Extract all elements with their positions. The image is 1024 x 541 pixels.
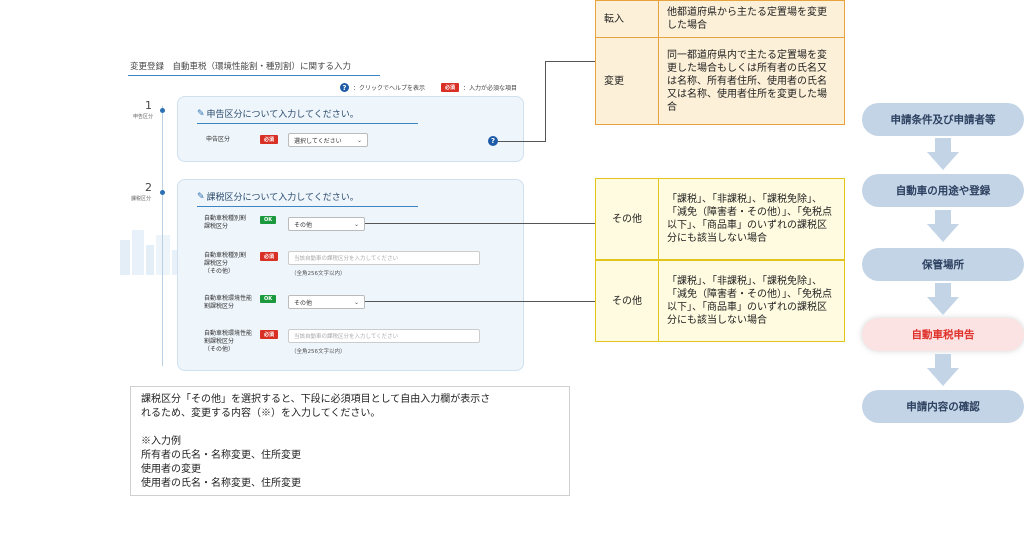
ok-badge: OK xyxy=(260,216,277,224)
table-row: その他 「課税」、「非課税」、「課税免除」、「減免（障害者・その他）」、「免税点… xyxy=(595,260,845,342)
type-tax-class-value: その他 xyxy=(294,221,313,229)
env-tax-class-other-input[interactable]: 当該自動車の課税区分を入力してください xyxy=(288,329,480,343)
connector-line xyxy=(545,61,595,62)
connector-line xyxy=(365,301,595,302)
required-badge: 必須 xyxy=(260,252,279,261)
required-badge: 必須 xyxy=(260,135,279,144)
declaration-select-value: 選択してください xyxy=(294,137,342,145)
ok-badge: OK xyxy=(260,295,277,303)
flow-step-vehicle-use: 自動車の用途や登録 xyxy=(862,174,1024,207)
label-line: 自動車税種別割 xyxy=(204,215,247,222)
help-legend: ? ：クリックでヘルプを表示 必須 ：入力が必須な項目 xyxy=(340,83,517,92)
flow-arrow-icon xyxy=(927,138,959,170)
step-1-dot xyxy=(160,108,165,113)
required-badge: 必須 xyxy=(441,83,460,92)
table-cell-desc: 「課税」、「非課税」、「課税免除」、「減免（障害者・その他）」、「免税点以下」、… xyxy=(658,260,845,342)
label-line: 課税区分 xyxy=(204,260,229,267)
flow-step-confirm: 申請内容の確認 xyxy=(862,390,1024,423)
connector-line xyxy=(545,61,546,142)
tax-class-card: ✎ 課税区分について入力してください。 自動車税種別割 課税区分 OK その他 … xyxy=(177,179,524,371)
flow-arrow-icon xyxy=(927,283,959,315)
table-row: 転入 他都道府県から主たる定置場を変更した場合 xyxy=(595,0,845,38)
card-underline xyxy=(197,206,418,207)
env-tax-class-label: 自動車税環境性能 割課税区分 xyxy=(204,295,252,311)
tax-class-card-header: ✎ 課税区分について入力してください。 xyxy=(197,190,359,204)
flow-step-storage: 保管場所 xyxy=(862,248,1024,281)
type-tax-class-other-label: 自動車税種別割 課税区分 （その他） xyxy=(204,252,246,276)
page-title: 変更登録 自動車税（環境性能割・種別割）に関する入力 xyxy=(130,62,352,72)
explanation-line: ※入力例 xyxy=(141,436,181,447)
explanation-line: 使用者の氏名・名称変更、住所変更 xyxy=(141,478,301,489)
declaration-select[interactable]: 選択してください ⌄ xyxy=(288,133,368,147)
env-tax-class-select[interactable]: その他 ⌄ xyxy=(288,295,365,309)
table-cell-key: 変更 xyxy=(595,37,659,125)
flow-arrow-icon xyxy=(927,210,959,242)
step-timeline xyxy=(162,106,163,366)
declaration-card: ✎ 申告区分について入力してください。 申告区分 必須 選択してください ⌄ ? xyxy=(177,96,524,162)
type-tax-class-other-input[interactable]: 当該自動車の課税区分を入力してください xyxy=(288,251,480,265)
step-1-label: 申告区分 xyxy=(133,114,154,120)
table-cell-desc: 同一都道府県内で主たる定置場を変更した場合もしくは所有者の氏名又は名称、所有者住… xyxy=(658,37,845,125)
tax-class-card-title: 課税区分について入力してください。 xyxy=(206,193,359,203)
label-line: 自動車税環境性能 xyxy=(204,295,253,302)
table-row: 変更 同一都道府県内で主たる定置場を変更した場合もしくは所有者の氏名又は名称、所… xyxy=(595,37,845,125)
title-underline xyxy=(128,75,380,76)
label-line: 自動車税種別割 xyxy=(204,252,247,259)
env-tax-class-value: その他 xyxy=(294,299,313,307)
required-legend-text: ：入力が必須な項目 xyxy=(463,85,518,92)
explanation-line: 課税区分「その他」を選択すると、下段に必須項目として自由入力欄が表示さ xyxy=(141,394,491,405)
chevron-down-icon: ⌄ xyxy=(353,298,359,306)
flow-step-auto-tax: 自動車税申告 xyxy=(862,318,1024,351)
explanation-line: れるため、変更する内容（※）を入力してください。 xyxy=(141,408,381,419)
label-line: （その他） xyxy=(204,346,235,353)
flow-arrow-icon xyxy=(927,354,959,386)
other-definition-table-2: その他 「課税」、「非課税」、「課税免除」、「減免（障害者・その他）」、「免税点… xyxy=(595,260,845,342)
type-tax-class-select[interactable]: その他 ⌄ xyxy=(288,217,365,231)
declaration-card-header: ✎ 申告区分について入力してください。 xyxy=(197,107,359,121)
label-line: 課税区分 xyxy=(204,223,229,230)
help-icon[interactable]: ? xyxy=(488,136,498,146)
char-limit-note: （全角256文字以内） xyxy=(291,349,346,355)
step-1-number: 1 xyxy=(145,99,152,112)
label-line: 割課税区分 xyxy=(204,338,235,345)
explanation-box: 課税区分「その他」を選択すると、下段に必須項目として自由入力欄が表示さ れるため… xyxy=(130,386,570,496)
table-cell-key: 転入 xyxy=(595,0,659,38)
edit-icon: ✎ xyxy=(197,191,205,202)
label-line: 自動車税環境性能 xyxy=(204,330,253,337)
declaration-field-label: 申告区分 xyxy=(206,136,231,143)
flow-step-applicant: 申請条件及び申請者等 xyxy=(862,103,1024,136)
env-tax-class-other-label: 自動車税環境性能 割課税区分 （その他） xyxy=(204,330,252,354)
explanation-line: 使用者の変更 xyxy=(141,464,201,475)
help-legend-text: ：クリックでヘルプを表示 xyxy=(353,85,426,92)
edit-icon: ✎ xyxy=(197,108,205,119)
label-line: （その他） xyxy=(204,268,235,275)
table-cell-key: その他 xyxy=(595,178,659,260)
step-2-label: 課税区分 xyxy=(131,196,152,202)
step-2-dot xyxy=(160,190,165,195)
type-tax-class-label: 自動車税種別割 課税区分 xyxy=(204,215,246,231)
card-underline xyxy=(197,123,418,124)
explanation-line: 所有者の氏名・名称変更、住所変更 xyxy=(141,450,301,461)
declaration-type-table: 転入 他都道府県から主たる定置場を変更した場合 変更 同一都道府県内で主たる定置… xyxy=(595,0,845,125)
required-badge: 必須 xyxy=(260,330,279,339)
chevron-down-icon: ⌄ xyxy=(353,220,359,228)
table-cell-desc: 他都道府県から主たる定置場を変更した場合 xyxy=(658,0,845,38)
declaration-card-title: 申告区分について入力してください。 xyxy=(206,110,359,120)
chevron-down-icon: ⌄ xyxy=(356,136,362,144)
char-limit-note: （全角256文字以内） xyxy=(291,271,346,277)
connector-line xyxy=(365,223,595,224)
connector-line xyxy=(498,141,545,142)
other-definition-table-1: その他 「課税」、「非課税」、「課税免除」、「減免（障害者・その他）」、「免税点… xyxy=(595,178,845,260)
label-line: 割課税区分 xyxy=(204,303,235,310)
table-row: その他 「課税」、「非課税」、「課税免除」、「減免（障害者・その他）」、「免税点… xyxy=(595,178,845,260)
step-2-number: 2 xyxy=(145,181,152,194)
input-placeholder: 当該自動車の課税区分を入力してください xyxy=(294,334,399,340)
table-cell-desc: 「課税」、「非課税」、「課税免除」、「減免（障害者・その他）」、「免税点以下」、… xyxy=(658,178,845,260)
input-placeholder: 当該自動車の課税区分を入力してください xyxy=(294,256,399,262)
explanation-line xyxy=(141,421,559,435)
help-icon[interactable]: ? xyxy=(340,83,349,92)
table-cell-key: その他 xyxy=(595,260,659,342)
